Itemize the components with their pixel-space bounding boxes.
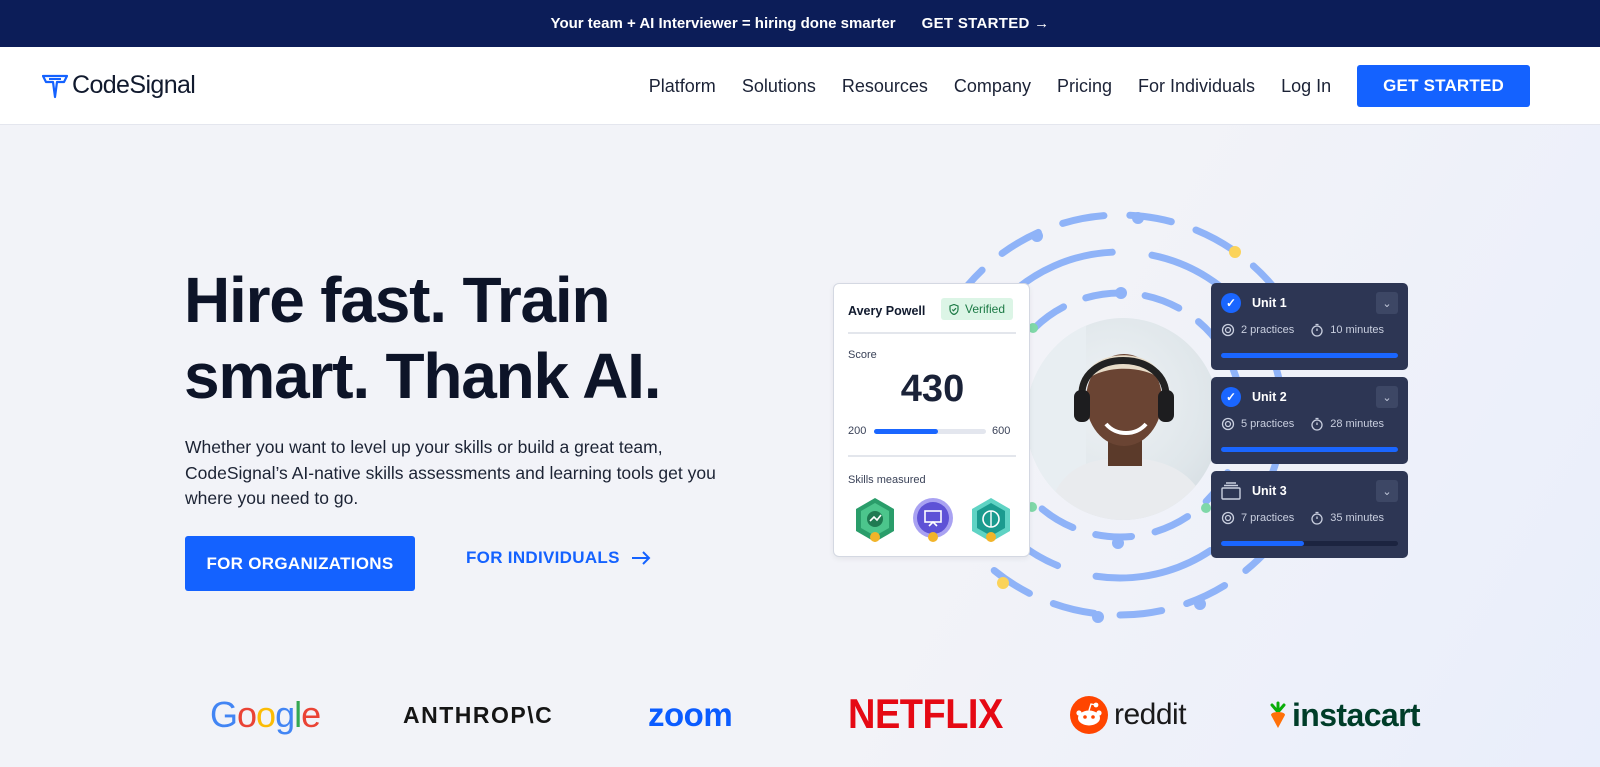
unit-meta: 7 practices 35 minutes (1221, 511, 1384, 525)
hero-title: Hire fast. Train smart. Thank AI. (184, 262, 744, 414)
hero-title-line-2: smart. Thank AI. (184, 340, 662, 412)
presentation-badge-icon (913, 498, 953, 542)
codesignal-logo-icon (42, 74, 68, 98)
top-nav: CodeSignal Platform Solutions Resources … (0, 47, 1600, 125)
unit-title: Unit 2 (1252, 390, 1287, 404)
score-range-min: 200 (848, 425, 867, 437)
reddit-alien-icon (1070, 696, 1108, 734)
unit-progress-track (1221, 447, 1398, 452)
for-individuals-label: FOR INDIVIDUALS (466, 548, 620, 567)
carrot-icon (1270, 701, 1286, 728)
chevron-down-icon[interactable]: ⌄ (1376, 292, 1398, 314)
unit-meta: 2 practices 10 minutes (1221, 323, 1384, 337)
stopwatch-icon (1311, 417, 1323, 431)
skills-measured-label: Skills measured (848, 474, 926, 486)
shield-check-icon (949, 303, 959, 315)
google-logo: Google (210, 694, 321, 735)
stopwatch-icon (1311, 323, 1323, 337)
stack-icon (1221, 482, 1241, 500)
target-icon (1221, 511, 1235, 525)
unit-progress-fill (1221, 447, 1398, 452)
unit-title: Unit 3 (1252, 484, 1287, 498)
verified-label: Verified (965, 302, 1006, 316)
divider (848, 332, 1016, 334)
score-range-max: 600 (992, 425, 1011, 437)
customer-logos: Google ANTHROP\C zoom NETFLIX reddit ins… (0, 690, 1600, 740)
nav-resources[interactable]: Resources (842, 76, 928, 97)
nav-log-in[interactable]: Log In (1281, 76, 1331, 97)
hero-title-line-1: Hire fast. Train (184, 264, 611, 336)
target-icon (1221, 417, 1235, 431)
instacart-logo: instacart (1268, 690, 1421, 740)
unit-progress-fill (1221, 353, 1398, 358)
unit-title: Unit 1 (1252, 296, 1287, 310)
brain-badge-icon (972, 498, 1010, 542)
unit-card[interactable]: Unit 3 ⌄ 7 practices 35 minutes (1211, 471, 1408, 558)
unit-progress-fill (1221, 541, 1305, 546)
reddit-wordmark: reddit (1114, 698, 1187, 731)
chevron-down-icon[interactable]: ⌄ (1376, 386, 1398, 408)
candidate-photo (1026, 318, 1220, 520)
nav-pricing[interactable]: Pricing (1057, 76, 1112, 97)
for-individuals-link[interactable]: FOR INDIVIDUALS (466, 548, 652, 568)
score-card: Avery Powell Verified Score 430 200 600 … (833, 283, 1030, 557)
stopwatch-icon (1311, 511, 1323, 525)
nav-get-started-button[interactable]: GET STARTED (1357, 65, 1530, 107)
arrow-right-icon (631, 551, 651, 565)
check-circle-icon: ✓ (1221, 293, 1241, 313)
score-value: 430 (900, 368, 965, 410)
unit-duration: 28 minutes (1330, 418, 1385, 430)
target-icon (1221, 323, 1235, 337)
nav-platform[interactable]: Platform (649, 76, 716, 97)
for-organizations-button[interactable]: FOR ORGANIZATIONS (185, 536, 415, 591)
unit-card[interactable]: ✓ Unit 1 ⌄ 2 practices 10 minutes (1211, 283, 1408, 370)
check-circle-icon: ✓ (1221, 387, 1241, 407)
score-label: Score (848, 349, 877, 361)
nav-company[interactable]: Company (954, 76, 1031, 97)
hero-subtitle: Whether you want to level up your skills… (185, 437, 716, 508)
codesignal-logo[interactable]: CodeSignal (42, 71, 196, 100)
unit-practices: 2 practices (1241, 324, 1295, 336)
chevron-down-icon[interactable]: ⌄ (1376, 480, 1398, 502)
nav-for-individuals[interactable]: For Individuals (1138, 76, 1255, 97)
analytics-badge-icon (856, 498, 894, 542)
instacart-wordmark: instacart (1292, 696, 1421, 733)
score-range-fill (874, 429, 939, 434)
unit-duration: 35 minutes (1330, 512, 1385, 524)
announcement-message: Your team + AI Interviewer = hiring done… (550, 15, 896, 32)
reddit-logo: reddit (1070, 690, 1187, 740)
unit-duration: 10 minutes (1330, 324, 1385, 336)
unit-meta: 5 practices 28 minutes (1221, 417, 1384, 431)
person-with-headphones-image (1026, 318, 1211, 520)
verified-badge: Verified (941, 298, 1014, 320)
anthropic-logo: ANTHROP\C (403, 701, 554, 728)
unit-progress-track (1221, 353, 1398, 358)
logo-text: CodeSignal (72, 71, 196, 99)
candidate-name: Avery Powell (848, 304, 926, 318)
unit-progress-track (1221, 541, 1398, 546)
score-range-track (874, 429, 986, 434)
netflix-logo: NETFLIX (848, 691, 1003, 738)
divider (848, 455, 1016, 457)
zoom-logo: zoom (648, 696, 733, 733)
nav-solutions[interactable]: Solutions (742, 76, 816, 97)
unit-card[interactable]: ✓ Unit 2 ⌄ 5 practices 28 minutes (1211, 377, 1408, 464)
unit-practices: 5 practices (1241, 418, 1295, 430)
unit-practices: 7 practices (1241, 512, 1295, 524)
announcement-get-started-link[interactable]: GET STARTED → (922, 15, 1050, 32)
announcement-bar: Your team + AI Interviewer = hiring done… (0, 0, 1600, 47)
nav-links: Platform Solutions Resources Company Pri… (649, 65, 1530, 107)
